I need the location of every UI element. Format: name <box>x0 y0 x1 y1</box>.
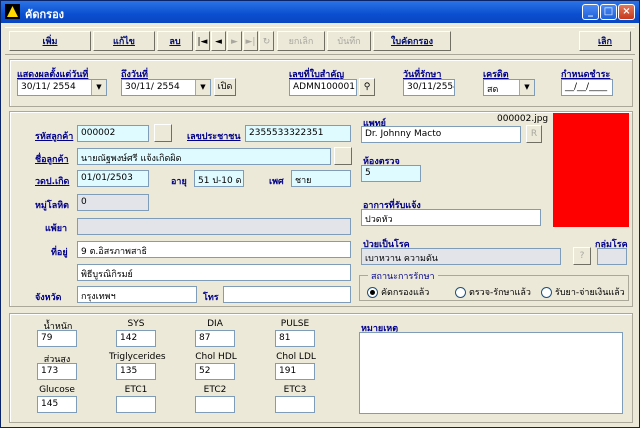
address-line2-field[interactable]: พิธีบูรณิกิรมย์ <box>77 264 351 281</box>
search-icon[interactable]: ⚲ <box>359 78 375 96</box>
radio-icon[interactable] <box>455 287 466 298</box>
treat-date-field[interactable]: 30/11/2554 <box>403 79 455 96</box>
chol-ldl-field[interactable]: 191 <box>275 363 315 380</box>
treatment-status-label: สถานะการรักษา <box>368 269 438 283</box>
disease-group-field[interactable] <box>597 248 627 265</box>
pulse-field[interactable]: 81 <box>275 330 315 347</box>
to-date-combo[interactable]: 30/11/ 2554 ▼ <box>121 79 211 96</box>
chevron-down-icon[interactable]: ▼ <box>195 80 210 95</box>
disease-lookup-button[interactable]: ? <box>573 247 591 265</box>
weight-field[interactable]: 79 <box>37 330 77 347</box>
screening-window: คัดกรอง _ □ × เพิ่ม แก้ไข ลบ |◄ ◄ ► ►| ↻… <box>0 0 640 428</box>
app-icon <box>5 4 20 19</box>
status-radio-paid[interactable]: รับยา-จ่ายเงินแล้ว <box>541 285 625 299</box>
status-radio-screened[interactable]: คัดกรองแล้ว <box>367 285 429 299</box>
doctor-field[interactable]: Dr. Johnny Macto <box>361 126 521 143</box>
refresh-icon[interactable]: ↻ <box>259 31 274 51</box>
triglycerides-field[interactable]: 135 <box>116 363 156 380</box>
next-record-button[interactable]: ► <box>227 31 242 51</box>
radio-selected-icon[interactable] <box>367 287 378 298</box>
open-button[interactable]: เปิด <box>214 78 236 96</box>
due-date-field[interactable]: __/__/____ <box>561 79 613 96</box>
dob-label: วดป.เกิด <box>35 177 70 187</box>
cancel-button[interactable]: ยกเลิก <box>277 31 325 51</box>
customer-lookup-button[interactable] <box>154 124 172 142</box>
exam-room-field[interactable]: 5 <box>361 165 421 182</box>
allergy-label: แพ้ยา <box>45 224 68 234</box>
sys-label: SYS <box>127 319 145 329</box>
photo-filename: 000002.jpg <box>497 114 549 124</box>
doctor-lookup-button[interactable]: R <box>526 125 542 143</box>
height-field[interactable]: 173 <box>37 363 77 380</box>
screening-form-button[interactable]: ใบคัดกรอง <box>373 31 451 51</box>
close-button[interactable]: × <box>618 4 635 20</box>
chol-hdl-field[interactable]: 52 <box>195 363 235 380</box>
doc-no-field[interactable]: ADMN1000011 <box>289 79 357 96</box>
glucose-label: Glucose <box>39 385 75 395</box>
prev-record-button[interactable]: ◄ <box>211 31 226 51</box>
province-field[interactable]: กรุงเทพฯ <box>77 286 197 303</box>
chevron-down-icon[interactable]: ▼ <box>91 80 106 95</box>
customer-name-label: ชื่อลูกค้า <box>35 155 69 165</box>
glucose-field[interactable]: 145 <box>37 396 77 413</box>
sys-field[interactable]: 142 <box>116 330 156 347</box>
etc3-label: ETC3 <box>283 385 307 395</box>
first-record-button[interactable]: |◄ <box>195 31 210 51</box>
symptom-field[interactable]: ปวดหัว <box>361 209 541 226</box>
etc2-field[interactable] <box>195 396 235 413</box>
exit-button[interactable]: เลิก <box>579 31 631 51</box>
etc1-field[interactable] <box>116 396 156 413</box>
note-textarea[interactable] <box>359 332 623 414</box>
minimize-button[interactable]: _ <box>582 4 599 20</box>
customer-code-label: รหัสลูกค้า <box>35 132 74 142</box>
maximize-button[interactable]: □ <box>600 4 617 20</box>
etc3-field[interactable] <box>275 396 315 413</box>
edit-button[interactable]: แก้ไข <box>93 31 155 51</box>
title-bar[interactable]: คัดกรอง _ □ × <box>1 1 639 23</box>
phone-field[interactable] <box>223 286 351 303</box>
allergy-field[interactable] <box>77 218 351 235</box>
blood-group-label: หมู่โลหิต <box>35 201 69 211</box>
chol-hdl-label: Chol HDL <box>195 352 237 362</box>
dob-field[interactable]: 01/01/2503 <box>77 170 149 187</box>
patient-photo <box>553 113 629 227</box>
etc2-label: ETC2 <box>203 385 227 395</box>
id-card-label: เลขประชาชน <box>187 132 241 142</box>
chevron-down-icon[interactable]: ▼ <box>519 80 534 95</box>
from-date-combo[interactable]: 30/11/ 2554 ▼ <box>17 79 107 96</box>
save-button[interactable]: บันทึก <box>327 31 371 51</box>
triglycerides-label: Triglycerides <box>109 352 166 362</box>
name-lookup-button[interactable] <box>334 147 352 165</box>
id-card-field[interactable]: 2355533322351 <box>245 125 351 142</box>
phone-label: โทร <box>203 293 219 303</box>
dia-label: DIA <box>207 319 223 329</box>
blood-group-field[interactable]: 0 <box>77 194 149 211</box>
disease-field[interactable]: เบาหวาน ความดัน <box>361 248 561 265</box>
pulse-label: PULSE <box>280 319 310 329</box>
chol-ldl-label: Chol LDL <box>276 352 316 362</box>
last-record-button[interactable]: ►| <box>243 31 258 51</box>
age-field[interactable]: 51 ป-10 ด <box>194 170 244 187</box>
credit-combo[interactable]: สด ▼ <box>483 79 535 96</box>
status-radio-treated[interactable]: ตรวจ-รักษาแล้ว <box>455 285 531 299</box>
dia-field[interactable]: 87 <box>195 330 235 347</box>
province-label: จังหวัด <box>35 293 62 303</box>
customer-name-field[interactable]: นายณัฐพงษ์ศรี แจ้งเกิดผิด <box>77 148 331 165</box>
add-button[interactable]: เพิ่ม <box>9 31 91 51</box>
window-title: คัดกรอง <box>25 8 65 21</box>
age-label: อายุ <box>171 177 187 187</box>
sex-label: เพศ <box>269 177 284 187</box>
sex-field[interactable]: ชาย <box>291 170 351 187</box>
radio-icon[interactable] <box>541 287 552 298</box>
customer-code-field[interactable]: 000002 <box>77 125 149 142</box>
delete-button[interactable]: ลบ <box>157 31 193 51</box>
address-label: ที่อยู่ <box>51 248 68 258</box>
address-line1-field[interactable]: 9 ต.อิสรภาพสาธิ <box>77 241 351 258</box>
etc1-label: ETC1 <box>124 385 148 395</box>
toolbar: เพิ่ม แก้ไข ลบ |◄ ◄ ► ►| ↻ ยกเลิก บันทึก… <box>5 27 635 55</box>
